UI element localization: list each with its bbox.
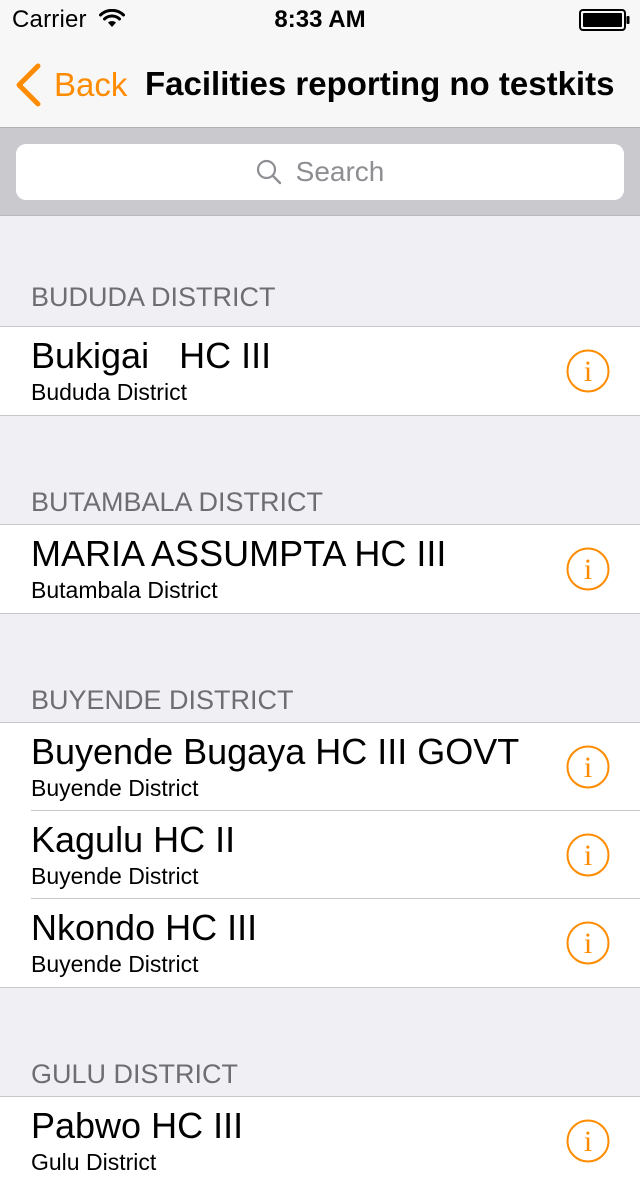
list-item[interactable]: Buyende Bugaya HC III GOVT Buyende Distr… (0, 723, 640, 811)
info-icon[interactable]: i (566, 745, 610, 789)
section-header: GULU DISTRICT (0, 1059, 640, 1097)
search-placeholder: Search (295, 156, 385, 187)
facility-name: Bukigai HC III (31, 335, 272, 376)
svg-text:i: i (584, 1125, 592, 1158)
list-item[interactable]: Bukigai HC III Bududa District i (0, 327, 640, 415)
svg-text:i: i (584, 927, 592, 960)
facility-district: Buyende District (31, 775, 199, 801)
back-button-label: Back (54, 66, 128, 103)
info-icon[interactable]: i (566, 547, 610, 591)
svg-text:i: i (584, 751, 592, 784)
search-input[interactable]: Search (16, 144, 624, 200)
facility-district: Butambala District (31, 577, 218, 603)
search-bar: Search (0, 128, 640, 216)
section-separator (0, 613, 640, 685)
navigation-bar: Back Facilities reporting no testkits (0, 40, 640, 128)
facility-name: Pabwo HC III (31, 1105, 244, 1146)
facility-list: BUDUDA DISTRICT Bukigai HC III Bududa Di… (0, 216, 640, 1185)
search-icon (256, 159, 281, 185)
info-icon[interactable]: i (566, 349, 610, 393)
info-icon[interactable]: i (566, 921, 610, 965)
facility-name: Nkondo HC III (31, 907, 258, 948)
section-separator (0, 415, 640, 487)
back-button[interactable]: Back (14, 62, 127, 108)
facility-name: MARIA ASSUMPTA HC III (31, 533, 447, 574)
svg-text:i: i (584, 553, 592, 586)
list-item[interactable]: Pabwo HC III Gulu District i (0, 1097, 640, 1185)
section-header: BUYENDE DISTRICT (0, 685, 640, 723)
facility-district: Buyende District (31, 951, 199, 977)
facility-name: Buyende Bugaya HC III GOVT (31, 731, 520, 772)
section-header: BUTAMBALA DISTRICT (0, 487, 640, 525)
chevron-left-icon (16, 63, 41, 107)
status-time: 8:33 AM (274, 6, 366, 33)
list-item[interactable]: MARIA ASSUMPTA HC III Butambala District… (0, 525, 640, 613)
facility-district: Buyende District (31, 863, 199, 889)
facility-district: Bududa District (31, 379, 187, 405)
section-header: BUDUDA DISTRICT (0, 216, 640, 327)
battery-icon (579, 9, 630, 31)
facility-name: Kagulu HC II (31, 819, 236, 860)
svg-text:i: i (584, 355, 592, 388)
facility-district: Gulu District (31, 1149, 157, 1175)
page-title: Facilities reporting no testkits (145, 65, 615, 102)
list-item[interactable]: Kagulu HC II Buyende District i (0, 810, 640, 899)
list-item[interactable]: Nkondo HC III Buyende District i (0, 898, 640, 987)
info-icon[interactable]: i (566, 833, 610, 877)
section-separator (0, 987, 640, 1059)
svg-text:i: i (584, 839, 592, 872)
status-bar: Carrier 8:33 AM (0, 0, 640, 40)
info-icon[interactable]: i (566, 1119, 610, 1163)
